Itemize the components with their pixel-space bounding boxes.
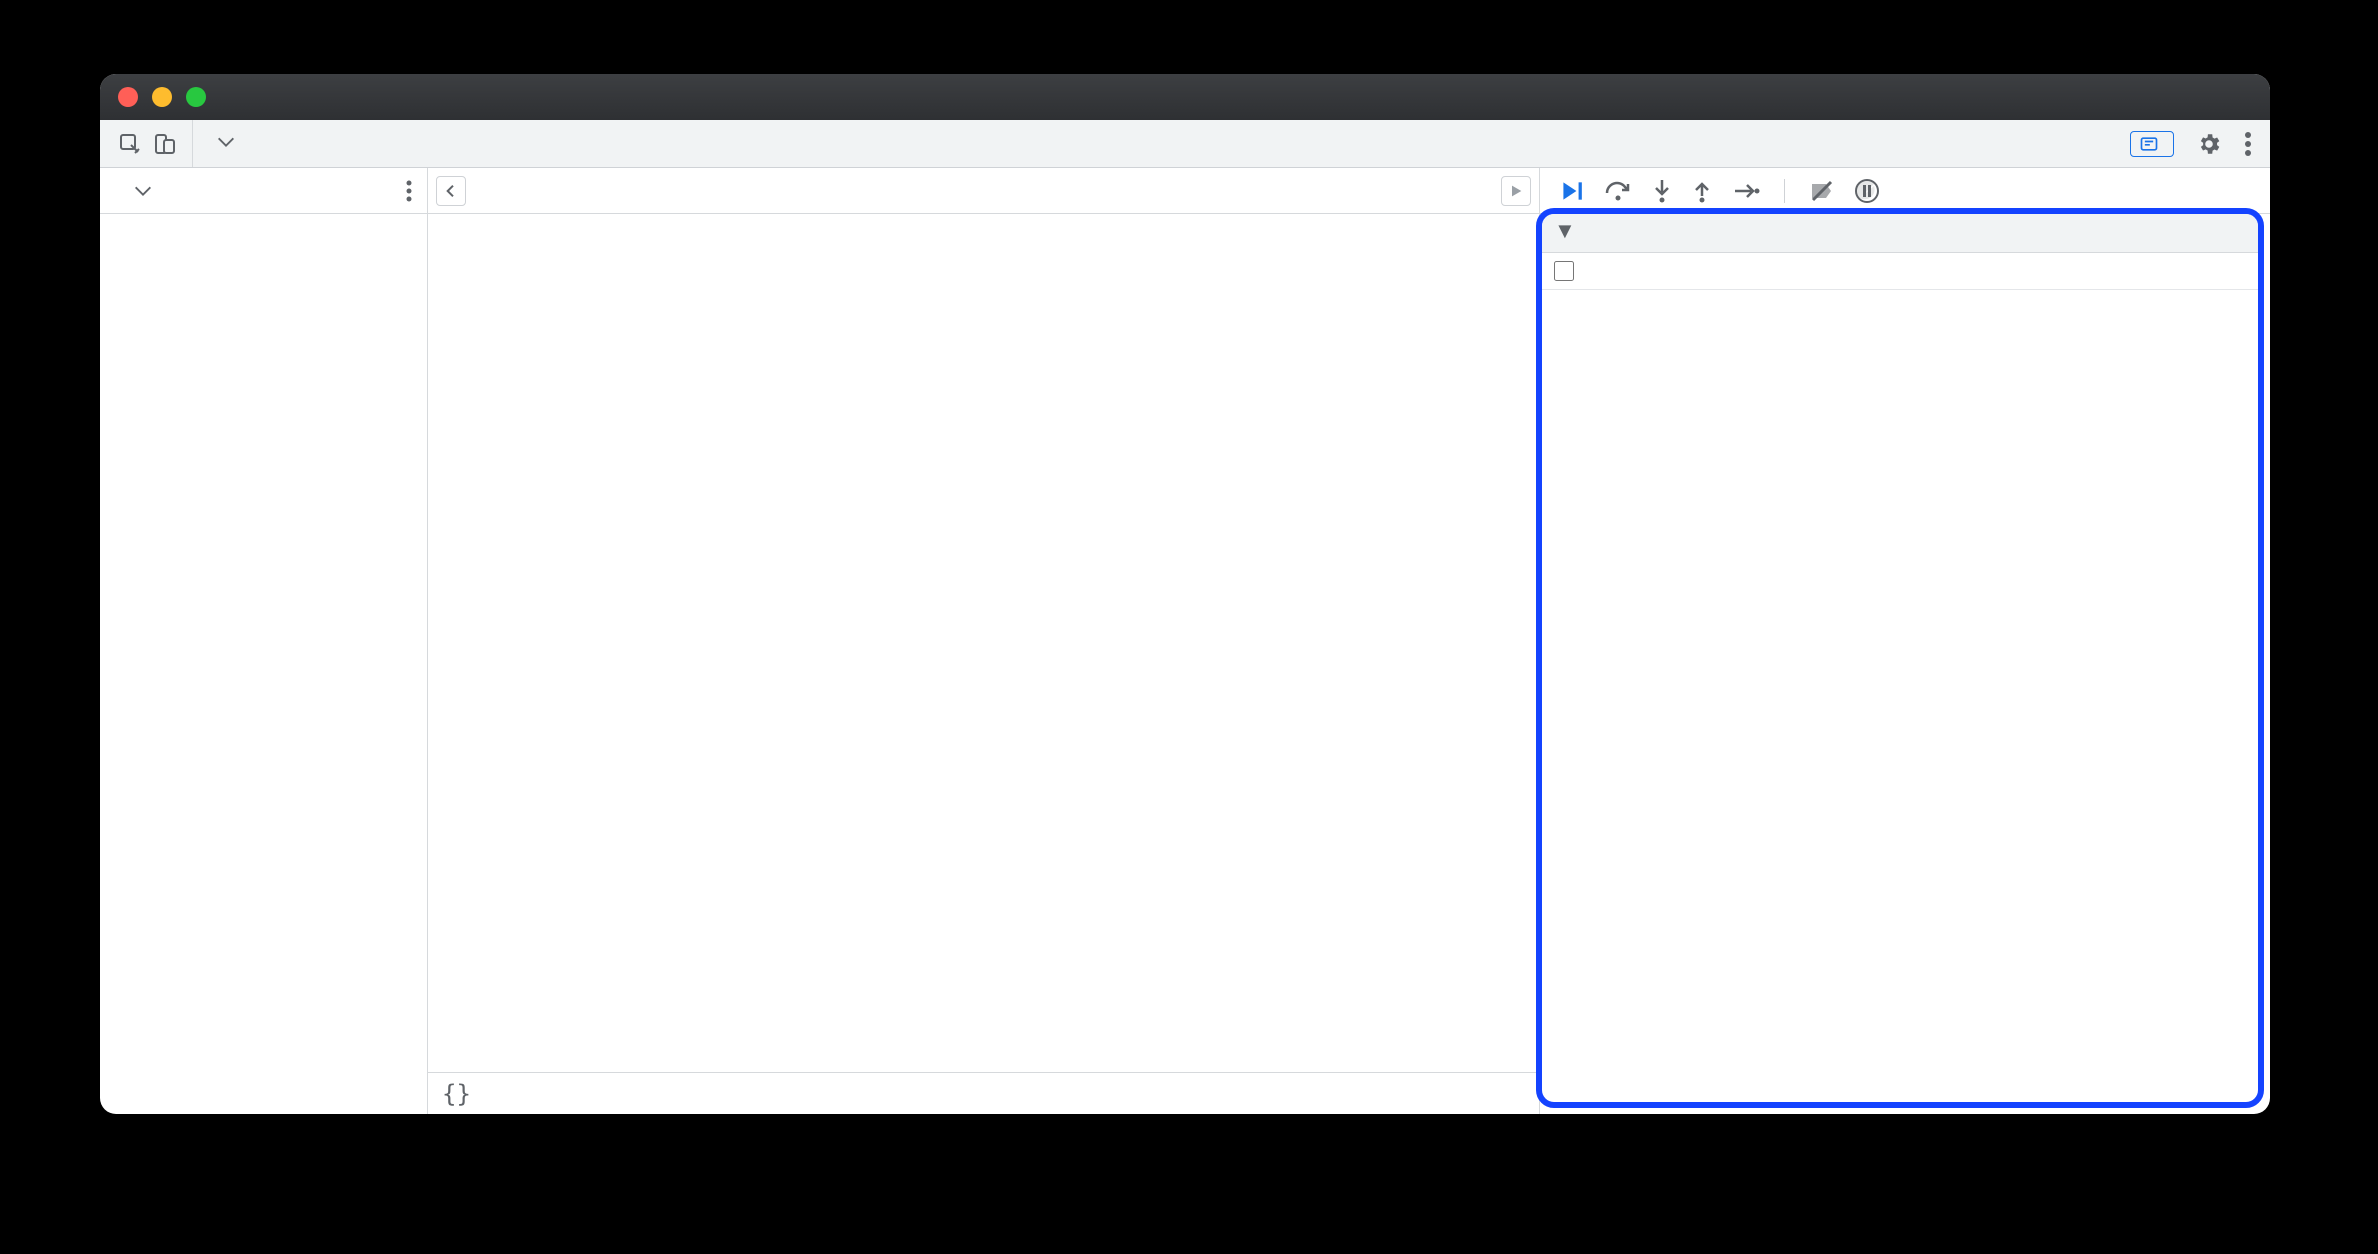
settings-icon[interactable] <box>2196 131 2222 157</box>
nav-kebab-icon[interactable] <box>405 179 413 203</box>
issues-badge[interactable] <box>2130 131 2174 157</box>
devtools-window: {} <box>100 74 2270 1114</box>
code-editor[interactable] <box>428 214 1539 1072</box>
fullscreen-icon[interactable] <box>186 87 206 107</box>
deactivate-breakpoints-icon[interactable] <box>1809 179 1835 203</box>
pause-on-exceptions-icon[interactable] <box>1855 179 1879 203</box>
step-icon[interactable] <box>1732 181 1760 201</box>
more-tabs-icon[interactable] <box>193 120 259 167</box>
step-over-icon[interactable] <box>1604 179 1632 203</box>
editor-history-back-icon[interactable] <box>436 176 466 206</box>
kebab-menu-icon[interactable] <box>2244 131 2252 157</box>
inspect-element-icon[interactable] <box>118 132 142 156</box>
code-content[interactable] <box>506 214 1539 1072</box>
call-stack-header[interactable]: ▼ <box>1542 214 2258 253</box>
show-ignored-frames-checkbox[interactable] <box>1554 261 1574 281</box>
main-tabs <box>100 120 2270 168</box>
line-gutter[interactable] <box>428 214 506 1072</box>
debugger-pane: ▼ <box>1540 168 2270 1114</box>
editor-pane: {} <box>428 168 1540 1114</box>
pretty-print-icon[interactable]: {} <box>442 1080 471 1108</box>
resume-icon[interactable] <box>1558 178 1584 204</box>
minimize-icon[interactable] <box>152 87 172 107</box>
step-out-icon[interactable] <box>1692 178 1712 204</box>
close-icon[interactable] <box>118 87 138 107</box>
step-into-icon[interactable] <box>1652 178 1672 204</box>
call-stack-frames[interactable] <box>1542 290 2258 1102</box>
traffic-lights <box>118 87 206 107</box>
toolbar-divider <box>1784 179 1785 203</box>
editor-status-bar: {} <box>428 1072 1539 1114</box>
file-tree[interactable] <box>100 214 427 1114</box>
titlebar <box>100 74 2270 120</box>
device-toolbar-icon[interactable] <box>154 132 176 156</box>
show-ignored-frames-toggle[interactable] <box>1542 253 2258 290</box>
call-stack-panel: ▼ <box>1536 208 2264 1108</box>
disclosure-triangle-icon: ▼ <box>1554 218 1576 244</box>
editor-run-snippet-icon[interactable] <box>1501 176 1531 206</box>
nav-more-tabs-icon[interactable] <box>132 180 154 202</box>
inspect-tools <box>100 120 193 167</box>
navigator-pane <box>100 168 428 1114</box>
